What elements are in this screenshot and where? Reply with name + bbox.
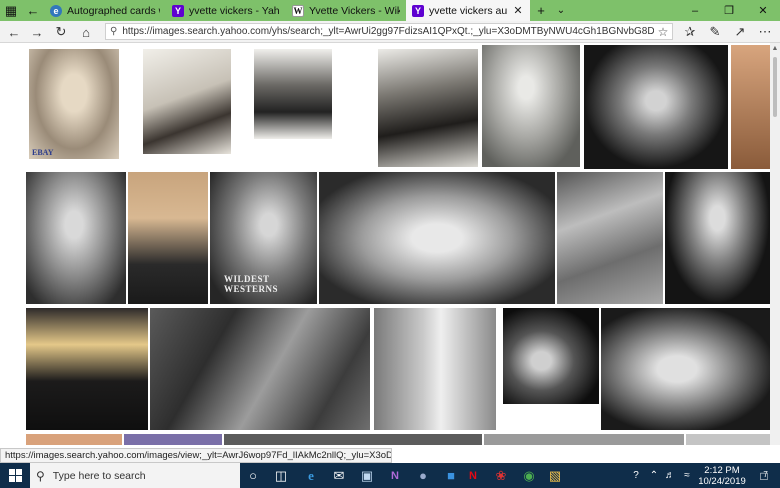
wifi-icon[interactable]: ≈ bbox=[678, 463, 696, 488]
vertical-scrollbar[interactable]: ▲ bbox=[770, 43, 780, 445]
image-result[interactable] bbox=[378, 49, 478, 167]
yahoo-icon: Y bbox=[412, 4, 424, 17]
chevron-down-icon[interactable]: ⌄ bbox=[550, 0, 572, 21]
notification-count: 7 bbox=[763, 469, 768, 479]
search-placeholder: Type here to search bbox=[52, 469, 146, 482]
image-result[interactable] bbox=[26, 172, 126, 304]
tab-bar: ▦ ← e Autographed cards with a c Y yvett… bbox=[0, 0, 780, 21]
netflix-icon[interactable]: N bbox=[460, 463, 486, 488]
wildest-westerns-watermark: WILDEST WESTERNS bbox=[224, 274, 279, 294]
mail-icon[interactable]: ✉ bbox=[326, 463, 352, 488]
image-result[interactable]: WILDEST WESTERNS bbox=[210, 172, 317, 304]
game-icon[interactable]: ❀ bbox=[488, 463, 514, 488]
tab-yahoo-search[interactable]: Y yvette vickers - Yahoo Searc bbox=[166, 0, 286, 21]
cortana-icon[interactable]: ○ bbox=[240, 463, 266, 488]
clock-date: 10/24/2019 bbox=[698, 475, 746, 487]
link-status-bar: https://images.search.yahoo.com/images/v… bbox=[0, 448, 392, 463]
app-icon[interactable]: ● bbox=[410, 463, 436, 488]
start-button[interactable] bbox=[0, 463, 30, 488]
image-result[interactable] bbox=[150, 308, 370, 430]
navigation-bar: ← → ↻ ⌂ ⚲ https://images.search.yahoo.co… bbox=[0, 21, 780, 43]
help-icon[interactable]: ? bbox=[626, 463, 646, 488]
image-results-grid: EBAY WILDEST WESTERNS bbox=[0, 43, 770, 445]
scroll-up-icon[interactable]: ▲ bbox=[770, 45, 780, 52]
minimize-icon[interactable]: – bbox=[678, 0, 712, 21]
more-options-icon[interactable]: ⋯ bbox=[754, 22, 776, 42]
favorite-star-icon[interactable]: ☆ bbox=[654, 25, 672, 39]
refresh-icon[interactable]: ↻ bbox=[50, 22, 72, 42]
volume-icon[interactable]: ♬ bbox=[662, 463, 678, 488]
taskbar-search-box[interactable]: ⚲ Type here to search bbox=[30, 463, 240, 488]
edge-icon: e bbox=[50, 4, 62, 17]
tab-preview-icon[interactable]: ← bbox=[22, 0, 44, 21]
scrollbar-thumb[interactable] bbox=[773, 57, 777, 117]
home-icon[interactable]: ⌂ bbox=[75, 22, 97, 42]
onenote-icon[interactable]: N bbox=[382, 463, 408, 488]
image-result[interactable] bbox=[731, 45, 770, 169]
image-result[interactable] bbox=[124, 434, 222, 445]
favorites-hub-icon[interactable]: ✰ bbox=[679, 22, 701, 42]
search-icon: ⚲ bbox=[36, 468, 45, 483]
store-icon[interactable]: ▣ bbox=[354, 463, 380, 488]
tab-yahoo-images[interactable]: Y yvette vickers autograpl ✕ bbox=[406, 0, 530, 21]
edge-taskbar-icon[interactable]: e bbox=[298, 463, 324, 488]
task-view-icon[interactable]: ◫ bbox=[268, 463, 294, 488]
action-center-button[interactable]: □ 7 bbox=[748, 463, 780, 488]
image-result[interactable] bbox=[128, 172, 208, 304]
image-result[interactable] bbox=[584, 45, 728, 169]
yahoo-icon: Y bbox=[172, 4, 184, 17]
clock[interactable]: 2:12 PM 10/24/2019 bbox=[696, 463, 748, 488]
restore-icon[interactable]: ❐ bbox=[712, 0, 746, 21]
tab-title: yvette vickers - Yahoo Searc bbox=[189, 4, 280, 17]
image-result[interactable] bbox=[484, 434, 684, 445]
pen-icon[interactable]: ✎ bbox=[704, 22, 726, 42]
forward-icon[interactable]: → bbox=[26, 22, 48, 42]
image-result[interactable]: EBAY bbox=[29, 49, 119, 159]
image-result[interactable] bbox=[254, 49, 332, 139]
image-result[interactable] bbox=[557, 172, 663, 304]
image-result[interactable] bbox=[319, 172, 555, 304]
chrome-icon[interactable]: ◉ bbox=[516, 463, 542, 488]
tab-title: Autographed cards with a c bbox=[67, 4, 160, 17]
image-result[interactable] bbox=[601, 308, 770, 430]
wikipedia-icon: W bbox=[292, 4, 304, 17]
lock-icon: ⚲ bbox=[110, 26, 118, 37]
back-icon[interactable]: ← bbox=[3, 22, 25, 42]
ebay-watermark: EBAY bbox=[32, 148, 54, 157]
image-result[interactable] bbox=[374, 308, 496, 430]
image-result[interactable] bbox=[503, 308, 599, 404]
windows-taskbar: ⚲ Type here to search ○ ◫ e ✉ ▣ N ● ■ N … bbox=[0, 463, 780, 488]
address-url[interactable]: https://images.search.yahoo.com/yhs/sear… bbox=[122, 26, 654, 37]
image-result[interactable] bbox=[224, 434, 482, 445]
close-window-icon[interactable]: ✕ bbox=[746, 0, 780, 21]
tab-actions-icon[interactable]: ▦ bbox=[0, 0, 22, 21]
file-explorer-icon[interactable]: ▧ bbox=[542, 463, 568, 488]
image-result[interactable] bbox=[26, 308, 148, 430]
tab-title: Yvette Vickers - Wikipedia bbox=[309, 4, 400, 17]
tab-wikipedia[interactable]: W Yvette Vickers - Wikipedia bbox=[286, 0, 406, 21]
show-hidden-icons-chevron-icon[interactable]: ⌃ bbox=[646, 463, 662, 488]
address-bar[interactable]: ⚲ https://images.search.yahoo.com/yhs/se… bbox=[105, 23, 673, 40]
share-icon[interactable]: ↗ bbox=[729, 22, 751, 42]
image-result[interactable] bbox=[143, 49, 231, 154]
image-result[interactable] bbox=[26, 434, 122, 445]
image-result[interactable] bbox=[686, 434, 770, 445]
tab-title: yvette vickers autograpl bbox=[429, 4, 507, 17]
close-tab-icon[interactable]: ✕ bbox=[512, 4, 524, 17]
new-tab-button[interactable]: + bbox=[530, 0, 552, 21]
tab-autographed-cards[interactable]: e Autographed cards with a c bbox=[44, 0, 166, 21]
image-result[interactable] bbox=[482, 45, 580, 167]
image-result[interactable] bbox=[665, 172, 770, 304]
notification-icon: □ 7 bbox=[760, 468, 768, 483]
windows-logo-icon bbox=[8, 469, 22, 482]
clock-time: 2:12 PM bbox=[704, 464, 740, 476]
